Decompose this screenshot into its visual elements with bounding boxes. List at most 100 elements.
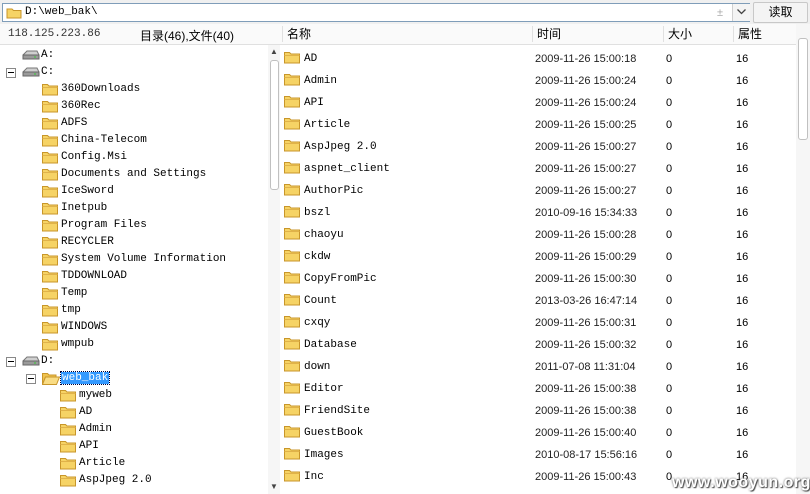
file-row[interactable]: AspJpeg 2.0 2009-11-26 15:00:27 0 16 — [282, 136, 796, 158]
file-row[interactable]: aspnet_client 2009-11-26 15:00:27 0 16 — [282, 158, 796, 180]
file-size: 0 — [666, 163, 673, 175]
tree-item[interactable]: 360Downloads — [0, 81, 267, 98]
folder-icon — [42, 253, 58, 269]
tree-item[interactable]: AspJpeg 2.0 — [0, 472, 267, 489]
path-input[interactable]: D:\web_bak\ — [25, 6, 98, 18]
column-attr-header[interactable]: 属性 — [733, 26, 796, 42]
folder-icon — [284, 205, 300, 221]
tree-item[interactable]: D: — [0, 353, 267, 370]
file-row[interactable]: Count 2013-03-26 16:47:14 0 16 — [282, 290, 796, 312]
tree-item[interactable]: TDDOWNLOAD — [0, 268, 267, 285]
path-combobox[interactable]: D:\web_bak\ ± — [2, 3, 750, 22]
tree-item[interactable]: Documents and Settings — [0, 166, 267, 183]
file-row[interactable]: API 2009-11-26 15:00:24 0 16 — [282, 92, 796, 114]
file-row[interactable]: AD 2009-11-26 15:00:18 0 16 — [282, 48, 796, 70]
scroll-down-icon[interactable]: ▼ — [270, 482, 278, 491]
file-time: 2009-11-26 15:00:24 — [535, 97, 637, 109]
file-row[interactable]: cxqy 2009-11-26 15:00:31 0 16 — [282, 312, 796, 334]
watermark: www.wooyun.org — [672, 474, 810, 491]
tree-item[interactable]: RECYCLER — [0, 234, 267, 251]
file-list: AD 2009-11-26 15:00:18 0 16 Admin 2009-11-26 … — [282, 48, 796, 494]
folder-icon — [284, 73, 300, 89]
list-scrollbar[interactable] — [796, 24, 810, 494]
tree-item[interactable]: API — [0, 438, 267, 455]
folder-icon — [42, 185, 58, 201]
file-row[interactable]: down 2011-07-08 11:31:04 0 16 — [282, 356, 796, 378]
tree-item[interactable]: China-Telecom — [0, 132, 267, 149]
file-row[interactable]: Editor 2009-11-26 15:00:38 0 16 — [282, 378, 796, 400]
tree-item[interactable]: C: — [0, 64, 267, 81]
folder-icon — [284, 117, 300, 133]
list-scroll-thumb[interactable] — [798, 38, 808, 140]
file-row[interactable]: Database 2009-11-26 15:00:32 0 16 — [282, 334, 796, 356]
file-attr: 16 — [736, 251, 749, 263]
folder-icon — [284, 293, 300, 309]
tree-item[interactable]: WINDOWS — [0, 319, 267, 336]
tree-item[interactable]: web_bak — [0, 370, 267, 387]
folder-icon — [284, 227, 300, 243]
folder-icon — [284, 425, 300, 441]
drive-icon — [22, 49, 40, 64]
history-icon[interactable]: ± — [717, 7, 723, 19]
tree-item-label: Temp — [61, 287, 88, 299]
folder-icon — [42, 117, 58, 133]
tree-item[interactable]: ADFS — [0, 115, 267, 132]
tree-item[interactable]: Article — [0, 455, 267, 472]
file-time: 2009-11-26 15:00:25 — [535, 119, 637, 131]
tree-item[interactable]: Inetpub — [0, 200, 267, 217]
file-name: AuthorPic — [304, 185, 364, 197]
tree-item[interactable]: 360Rec — [0, 98, 267, 115]
file-attr: 16 — [736, 295, 749, 307]
column-size-header[interactable]: 大小 — [663, 26, 730, 42]
file-row[interactable]: CopyFromPic 2009-11-26 15:00:30 0 16 — [282, 268, 796, 290]
tree-item[interactable]: Program Files — [0, 217, 267, 234]
collapse-icon[interactable] — [26, 374, 36, 384]
tree-item[interactable]: A: — [0, 47, 267, 64]
tree-item-label: myweb — [79, 389, 113, 401]
file-size: 0 — [666, 251, 673, 263]
file-size: 0 — [666, 339, 673, 351]
tree-item[interactable]: Temp — [0, 285, 267, 302]
file-row[interactable]: GuestBook 2009-11-26 15:00:40 0 16 — [282, 422, 796, 444]
file-name: Admin — [304, 75, 338, 87]
column-name-header[interactable]: 名称 — [282, 26, 530, 42]
tree-item[interactable]: tmp — [0, 302, 267, 319]
folder-icon — [42, 287, 58, 303]
file-row[interactable]: AuthorPic 2009-11-26 15:00:27 0 16 — [282, 180, 796, 202]
tree-item[interactable]: IceSword — [0, 183, 267, 200]
scroll-up-icon[interactable]: ▲ — [270, 47, 278, 56]
tree-item[interactable]: Config.Msi — [0, 149, 267, 166]
folder-icon — [60, 406, 76, 422]
folder-icon — [284, 161, 300, 177]
file-row[interactable]: FriendSite 2009-11-26 15:00:38 0 16 — [282, 400, 796, 422]
read-button[interactable]: 读取 — [753, 2, 808, 23]
collapse-icon[interactable] — [6, 357, 16, 367]
file-row[interactable]: Images 2010-08-17 15:56:16 0 16 — [282, 444, 796, 466]
file-size: 0 — [666, 97, 673, 109]
tree-item[interactable]: wmpub — [0, 336, 267, 353]
tree-item-label: Inetpub — [61, 202, 108, 214]
tree-scrollbar[interactable]: ▲ ▼ — [268, 45, 280, 494]
file-time: 2009-11-26 15:00:28 — [535, 229, 637, 241]
file-time: 2009-11-26 15:00:38 — [535, 383, 637, 395]
tree-item[interactable]: System Volume Information — [0, 251, 267, 268]
tree-item-label: IceSword — [61, 185, 114, 197]
collapse-icon[interactable] — [6, 68, 16, 78]
tree-item-label: 360Downloads — [61, 83, 141, 95]
file-row[interactable]: ckdw 2009-11-26 15:00:29 0 16 — [282, 246, 796, 268]
tree-scroll-thumb[interactable] — [270, 60, 279, 190]
file-attr: 16 — [736, 53, 749, 65]
file-row[interactable]: chaoyu 2009-11-26 15:00:28 0 16 — [282, 224, 796, 246]
file-row[interactable]: Article 2009-11-26 15:00:25 0 16 — [282, 114, 796, 136]
tree-item[interactable]: myweb — [0, 387, 267, 404]
file-row[interactable]: bszl 2010-09-16 15:34:33 0 16 — [282, 202, 796, 224]
tree-item[interactable]: Admin — [0, 421, 267, 438]
dropdown-button[interactable] — [732, 4, 750, 21]
column-time-header[interactable]: 时间 — [532, 26, 661, 42]
tree-item[interactable]: AD — [0, 404, 267, 421]
file-row[interactable]: Admin 2009-11-26 15:00:24 0 16 — [282, 70, 796, 92]
file-size: 0 — [666, 405, 673, 417]
file-time: 2009-11-26 15:00:27 — [535, 163, 637, 175]
file-attr: 16 — [736, 141, 749, 153]
file-name: Article — [304, 119, 351, 131]
